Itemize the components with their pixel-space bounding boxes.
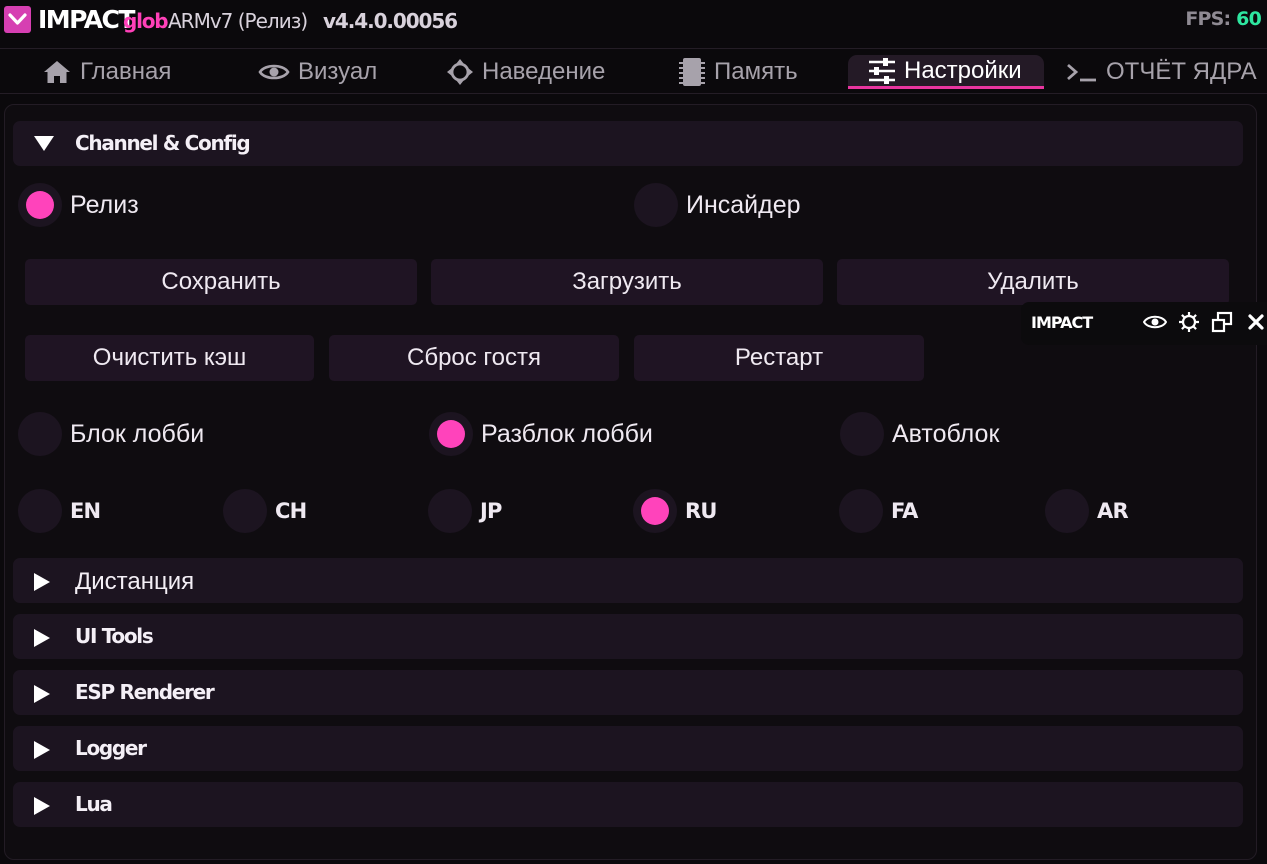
chevron-right-icon — [34, 797, 50, 815]
gear-icon[interactable] — [1176, 309, 1202, 335]
save-button[interactable]: Сохранить — [25, 259, 417, 305]
radio-label: Блок лобби — [70, 419, 205, 448]
radio-label: CH — [275, 499, 307, 523]
radio-dot — [1045, 489, 1089, 533]
floating-overlay[interactable]: IMPACT — [1021, 302, 1267, 345]
section-esp-renderer[interactable]: ESP Renderer — [13, 670, 1243, 715]
overlay-title: IMPACT — [1031, 313, 1093, 332]
terminal-icon — [1067, 63, 1096, 82]
restart-button[interactable]: Рестарт — [634, 335, 924, 381]
radio-label: AR — [1097, 499, 1129, 523]
chevron-down-icon — [34, 136, 54, 151]
radio-label: JP — [480, 499, 502, 523]
radio-lang-ru[interactable]: RU — [633, 488, 717, 534]
build-label: ARMv7 (Релиз) — [168, 9, 308, 33]
title-bar: IMPACT glob ARMv7 (Релиз) v4.4.0.00056 F… — [0, 0, 1267, 44]
clear-cache-button[interactable]: Очистить кэш — [25, 335, 314, 381]
radio-lobby-unblock[interactable]: Разблок лобби — [429, 411, 653, 457]
radio-dot — [839, 489, 883, 533]
section-logger[interactable]: Logger — [13, 726, 1243, 771]
home-icon — [44, 61, 70, 83]
section-channel-config[interactable]: Channel & Config — [13, 121, 1243, 166]
version-label: v4.4.0.00056 — [323, 9, 458, 33]
fps-label: FPS: — [1185, 8, 1231, 30]
section-distance[interactable]: Дистанция — [13, 558, 1243, 603]
section-title: ESP Renderer — [75, 680, 215, 704]
radio-label: Разблок лобби — [481, 419, 653, 448]
section-lua[interactable]: Lua — [13, 782, 1243, 827]
crosshair-icon — [447, 59, 473, 85]
tab-visual[interactable]: Визуал — [258, 55, 377, 89]
radio-lang-en[interactable]: EN — [18, 488, 101, 534]
radio-release[interactable]: Релиз — [18, 182, 139, 228]
radio-dot — [428, 489, 472, 533]
tab-aim[interactable]: Наведение — [446, 55, 605, 89]
radio-lobby-block[interactable]: Блок лобби — [18, 411, 204, 457]
close-icon[interactable] — [1243, 309, 1267, 335]
tab-main[interactable]: Главная — [42, 55, 171, 89]
chevron-right-icon — [34, 685, 50, 703]
radio-lang-ch[interactable]: CH — [223, 488, 307, 534]
load-button[interactable]: Загрузить — [431, 259, 823, 305]
eye-icon[interactable] — [1142, 309, 1168, 335]
radio-insider[interactable]: Инсайдер — [634, 182, 801, 228]
radio-label: FA — [891, 499, 918, 523]
section-title: Дистанция — [75, 568, 195, 595]
tab-label: ОТЧЁТ ЯДРА — [1106, 58, 1257, 85]
radio-label: Автоблок — [892, 419, 1000, 448]
section-title: Channel & Config — [75, 131, 251, 155]
radio-label: Инсайдер — [686, 190, 801, 219]
chevron-right-icon — [34, 573, 50, 591]
tab-label: Настройки — [904, 56, 1022, 84]
radio-label: Релиз — [70, 190, 139, 219]
windows-icon[interactable] — [1209, 309, 1235, 335]
radio-dot — [223, 489, 267, 533]
radio-lobby-auto[interactable]: Автоблок — [840, 411, 999, 457]
radio-dot — [18, 489, 62, 533]
eye-icon — [258, 64, 290, 80]
radio-lang-fa[interactable]: FA — [839, 488, 918, 534]
tab-settings[interactable]: Настройки — [848, 55, 1044, 89]
fps-value: 60 — [1236, 8, 1262, 30]
app-edition: glob — [123, 9, 169, 33]
delete-button[interactable]: Удалить — [837, 259, 1229, 305]
tab-label: Визуал — [298, 58, 378, 85]
app-brand: IMPACT — [38, 5, 135, 34]
reset-guest-button[interactable]: Сброс гостя — [329, 335, 619, 381]
radio-label: RU — [685, 499, 717, 523]
fps-counter: FPS: 60 — [1185, 8, 1261, 30]
radio-dot — [18, 183, 62, 227]
chevron-right-icon — [34, 741, 50, 759]
tab-label: Память — [714, 58, 798, 85]
radio-label: EN — [70, 499, 101, 523]
tab-bar: Главная Визуал Наведение Память Настройк… — [0, 48, 1267, 94]
tab-memory[interactable]: Память — [678, 55, 798, 89]
radio-dot — [634, 183, 678, 227]
radio-lang-jp[interactable]: JP — [428, 488, 502, 534]
radio-dot — [18, 412, 62, 456]
section-title: Lua — [75, 792, 113, 816]
radio-dot — [429, 412, 473, 456]
radio-lang-ar[interactable]: AR — [1045, 488, 1129, 534]
chevron-right-icon — [34, 629, 50, 647]
sliders-icon — [869, 57, 895, 84]
section-ui-tools[interactable]: UI Tools — [13, 614, 1243, 659]
radio-dot — [840, 412, 884, 456]
radio-dot — [633, 489, 677, 533]
tab-label: Главная — [80, 58, 172, 85]
app-logo-icon — [4, 6, 31, 33]
tab-label: Наведение — [482, 58, 606, 85]
section-title: UI Tools — [75, 624, 154, 648]
section-title: Logger — [75, 736, 147, 760]
tab-kernel-report[interactable]: ОТЧЁТ ЯДРА — [1066, 55, 1257, 89]
chip-icon — [679, 58, 705, 86]
